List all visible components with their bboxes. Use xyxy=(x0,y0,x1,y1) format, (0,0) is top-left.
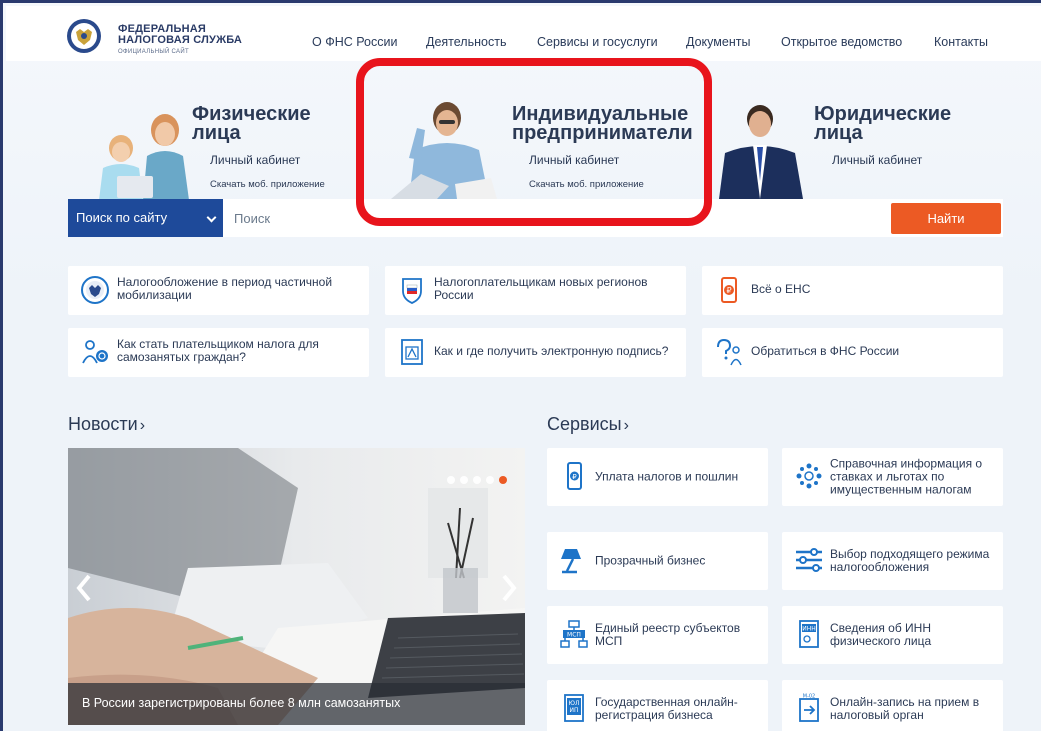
e-signature-icon xyxy=(401,339,423,365)
service-label: Прозрачный бизнес xyxy=(595,553,706,568)
individuals-app-link[interactable]: Скачать моб. приложение xyxy=(210,179,325,190)
service-label: Государственная онлайн-регистрация бизне… xyxy=(595,695,738,722)
services-title-text: Сервисы xyxy=(547,414,622,434)
hero-entrepreneurs-title-2: предприниматели xyxy=(512,122,693,144)
chevron-right-icon[interactable] xyxy=(499,573,519,603)
inn-glyph: ИНН xyxy=(802,626,816,633)
shield-flag-icon xyxy=(402,278,422,304)
news-title-text: Новости xyxy=(68,414,138,434)
hero-entrepreneurs[interactable]: Индивидуальные предприниматели Личный ка… xyxy=(373,63,703,199)
chevron-right-icon: › xyxy=(623,417,629,434)
entrepreneurs-cabinet-link[interactable]: Личный кабинет xyxy=(529,153,619,167)
search-bar: Поиск по сайту Найти xyxy=(68,199,1003,237)
chevron-down-icon xyxy=(206,212,217,223)
logo-line-3: ОФИЦИАЛЬНЫЙ САЙТ xyxy=(118,49,189,55)
service-tax-regime[interactable]: Выбор подходящего режима налогообложения xyxy=(782,532,1003,590)
service-inn-info[interactable]: ИНН Сведения об ИНН физического лица xyxy=(782,606,1003,664)
fns-emblem-icon[interactable] xyxy=(66,18,102,54)
quick-link-label: Как и где получить электронную подпись? xyxy=(434,344,669,358)
site-logo[interactable]: ФЕДЕРАЛЬНАЯ НАЛОГОВАЯ СЛУЖБА ОФИЦИАЛЬНЫЙ… xyxy=(118,24,242,58)
quick-link-self-employed[interactable]: Как стать плательщиком налога для самоза… xyxy=(68,328,369,377)
quick-link-mobilization[interactable]: Налогообложение в период частичной мобил… xyxy=(68,266,369,315)
slider-dot[interactable] xyxy=(486,476,494,484)
news-caption[interactable]: В России зарегистрированы более 8 млн са… xyxy=(68,683,525,725)
slider-dot[interactable] xyxy=(473,476,481,484)
entrepreneur-illustration xyxy=(391,102,497,199)
ul-glyph: ЮЛ xyxy=(569,700,580,707)
family-illustration xyxy=(99,114,189,200)
hero-individuals[interactable]: Физические лица Личный кабинет Скачать м… xyxy=(63,63,353,200)
chevron-left-icon[interactable] xyxy=(74,573,94,603)
question-person-icon xyxy=(717,338,742,366)
news-section-title[interactable]: Новости › xyxy=(68,414,145,435)
inn-document-icon: ИНН xyxy=(799,620,819,648)
services-section-title[interactable]: Сервисы › xyxy=(547,414,629,435)
logo-line-2: НАЛОГОВАЯ СЛУЖБА xyxy=(118,34,243,46)
quick-link-new-regions[interactable]: Налогоплательщикам новых регионов России xyxy=(385,266,686,315)
hero-legal-entities[interactable]: Юридические лица Личный кабинет xyxy=(703,63,1003,199)
m02-glyph: М-02 xyxy=(803,694,815,700)
slider-dot-active[interactable] xyxy=(499,476,507,484)
hero-individuals-title-2: лица xyxy=(192,122,241,144)
quick-link-ens[interactable]: ₽ Всё о ЕНС xyxy=(702,266,1003,315)
service-label: Выбор подходящего режима налогообложения xyxy=(830,547,990,574)
service-label: Единый реестр субъектов МСП xyxy=(595,621,741,648)
service-pay-taxes[interactable]: ₽ Уплата налогов и пошлин xyxy=(547,448,768,506)
appointment-form-icon: М-02 xyxy=(799,694,819,722)
search-scope-label: Поиск по сайту xyxy=(76,210,168,225)
ruble-glyph: ₽ xyxy=(572,473,577,481)
quick-link-label: Налогообложение в период частичной мобил… xyxy=(117,275,333,302)
service-online-appointment[interactable]: М-02 Онлайн-запись на прием в налоговый … xyxy=(782,680,1003,731)
nav-services[interactable]: Сервисы и госуслуги xyxy=(537,35,658,49)
businessman-illustration xyxy=(719,105,803,199)
slider-dots xyxy=(447,476,507,484)
tax-rates-info-icon xyxy=(796,463,822,489)
quick-link-label: Обратиться в ФНС России xyxy=(751,344,900,358)
nav-about[interactable]: О ФНС России xyxy=(312,35,397,49)
service-property-tax-info[interactable]: Справочная информация о ставках и льгота… xyxy=(782,448,1003,506)
chevron-right-icon: › xyxy=(139,417,146,434)
search-scope-select[interactable]: Поиск по сайту xyxy=(68,199,223,237)
slider-dot[interactable] xyxy=(447,476,455,484)
quick-link-contact-fns[interactable]: Обратиться в ФНС России xyxy=(702,328,1003,377)
entrepreneurs-app-link[interactable]: Скачать моб. приложение xyxy=(529,179,644,190)
desk-lamp-icon xyxy=(561,549,581,574)
nav-contacts[interactable]: Контакты xyxy=(934,35,988,49)
msp-registry-icon: МСП xyxy=(560,620,588,648)
individuals-cabinet-link[interactable]: Личный кабинет xyxy=(210,153,300,167)
nav-open-agency[interactable]: Открытое ведомство xyxy=(781,35,902,49)
quick-link-e-signature[interactable]: Как и где получить электронную подпись? xyxy=(385,328,686,377)
page-frame: ФЕДЕРАЛЬНАЯ НАЛОГОВАЯ СЛУЖБА ОФИЦИАЛЬНЫЙ… xyxy=(0,0,1041,731)
service-label: Справочная информация о ставках и льгота… xyxy=(830,456,983,497)
hero-legal-title-2: лица xyxy=(814,122,863,144)
search-input[interactable] xyxy=(228,203,828,233)
ip-glyph: ИП xyxy=(570,707,579,714)
slider-dot[interactable] xyxy=(460,476,468,484)
self-employed-icon xyxy=(82,340,108,364)
service-sme-registry[interactable]: МСП Единый реестр субъектов МСП xyxy=(547,606,768,664)
nav-documents[interactable]: Документы xyxy=(686,35,750,49)
phone-ruble-icon: ₽ xyxy=(567,462,582,490)
nav-activity[interactable]: Деятельность xyxy=(426,35,506,49)
service-transparent-business[interactable]: Прозрачный бизнес xyxy=(547,532,768,590)
top-header: ФЕДЕРАЛЬНАЯ НАЛОГОВАЯ СЛУЖБА ОФИЦИАЛЬНЫЙ… xyxy=(6,6,1041,61)
ens-ruble-glyph: ₽ xyxy=(726,286,731,295)
news-slider[interactable]: В России зарегистрированы более 8 млн са… xyxy=(68,448,525,725)
service-label: Уплата налогов и пошлин xyxy=(595,469,739,484)
fns-emblem-icon xyxy=(81,276,109,304)
service-label: Онлайн-запись на прием в налоговый орган xyxy=(830,695,980,722)
quick-link-label: Как стать плательщиком налога для самоза… xyxy=(117,337,319,364)
quick-link-label: Налогоплательщикам новых регионов России xyxy=(434,275,648,302)
service-online-registration[interactable]: ЮЛ ИП Государственная онлайн-регистрация… xyxy=(547,680,768,731)
search-button[interactable]: Найти xyxy=(891,203,1001,234)
quick-link-label: Всё о ЕНС xyxy=(751,282,811,296)
service-label: Сведения об ИНН физического лица xyxy=(830,621,932,648)
ul-ip-document-icon: ЮЛ ИП xyxy=(564,694,584,722)
sliders-icon xyxy=(796,548,822,572)
msp-glyph: МСП xyxy=(567,632,581,639)
ens-ruble-icon: ₽ xyxy=(721,277,737,303)
legal-cabinet-link[interactable]: Личный кабинет xyxy=(832,153,922,167)
